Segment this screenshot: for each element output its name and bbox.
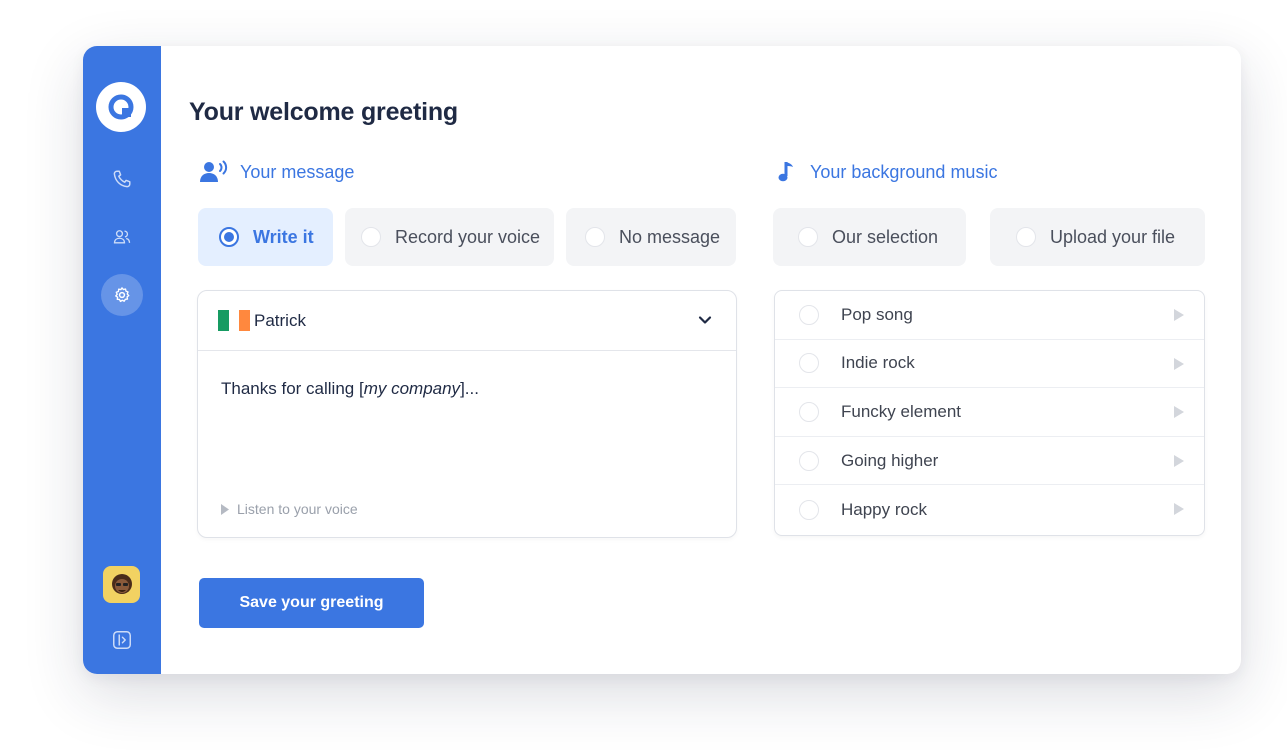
track-radio[interactable] [799,304,819,325]
gear-icon [115,287,130,303]
logo-icon [108,94,134,120]
voice-select[interactable]: Patrick [198,291,736,351]
track-row[interactable]: Happy rock [775,485,1204,534]
play-icon[interactable] [1174,309,1184,321]
message-editor-card: Patrick Thanks for calling [my company].… [197,290,737,538]
option-record-voice-label: Record your voice [395,226,541,247]
option-upload-file-label: Upload your file [1050,226,1176,247]
sidebar-item-contacts[interactable] [101,216,143,258]
track-label: Happy rock [841,499,927,519]
track-label: Indie rock [841,353,915,373]
sidebar [83,46,161,674]
option-no-message[interactable]: No message [566,208,736,266]
flag-icon [218,310,251,331]
track-row[interactable]: Funcky element [775,388,1204,437]
play-icon[interactable] [1174,357,1184,370]
users-icon [113,230,131,244]
app-window: Your welcome greeting Your message Write… [83,46,1241,674]
play-icon[interactable] [1174,406,1184,419]
voice-name: Patrick [254,310,306,330]
main-content: Your welcome greeting Your message Write… [161,46,1241,674]
speaking-person-icon [200,160,228,182]
track-radio[interactable] [799,450,819,471]
option-no-message-label: No message [619,226,721,247]
music-section-header: Your background music [778,160,997,184]
user-avatar[interactable] [103,566,140,603]
expand-panel-icon [113,631,131,649]
phone-icon [113,170,131,188]
option-write-it-label: Write it [253,226,314,247]
message-text-suffix: ]... [460,379,479,398]
sidebar-expand-button[interactable] [101,619,143,661]
track-row[interactable]: Pop song [775,291,1204,340]
radio-write-it[interactable] [219,227,239,247]
save-greeting-button[interactable]: Save your greeting [199,578,424,628]
option-our-selection[interactable]: Our selection [773,208,966,266]
play-icon[interactable] [1174,454,1184,467]
track-label: Funcky element [841,401,961,421]
message-section-header: Your message [200,160,354,184]
radio-our-selection[interactable] [798,227,818,247]
track-row[interactable]: Indie rock [775,340,1204,389]
music-note-icon [778,162,793,182]
track-label: Pop song [841,304,913,324]
music-track-list: Pop song Indie rock Funcky element Going… [774,290,1205,536]
radio-no-message[interactable] [585,227,605,247]
radio-upload-file[interactable] [1016,227,1036,247]
sidebar-item-settings[interactable] [101,274,143,316]
message-text-prefix: Thanks for calling [ [221,379,364,398]
avatar-icon [111,573,132,594]
listen-voice-label: Listen to your voice [237,501,358,517]
track-label: Going higher [841,450,939,470]
play-icon [221,503,229,515]
option-our-selection-label: Our selection [832,226,939,247]
option-record-voice[interactable]: Record your voice [345,208,554,266]
message-textarea[interactable]: Thanks for calling [my company]... [221,379,479,399]
message-section-title: Your message [240,161,355,182]
page-title: Your welcome greeting [189,98,459,126]
option-write-it[interactable]: Write it [198,208,333,266]
play-icon[interactable] [1174,503,1184,516]
radio-record-voice[interactable] [361,227,381,247]
track-radio[interactable] [799,353,819,374]
track-radio[interactable] [799,499,819,520]
sidebar-item-calls[interactable] [101,158,143,200]
chevron-down-icon[interactable] [698,313,712,327]
listen-voice-button[interactable]: Listen to your voice [221,501,358,517]
music-section-title: Your background music [810,161,998,182]
track-radio[interactable] [799,401,819,422]
option-upload-file[interactable]: Upload your file [990,208,1205,266]
message-text-placeholder: my company [363,379,461,398]
app-logo[interactable] [96,82,146,132]
track-row[interactable]: Going higher [775,437,1204,486]
